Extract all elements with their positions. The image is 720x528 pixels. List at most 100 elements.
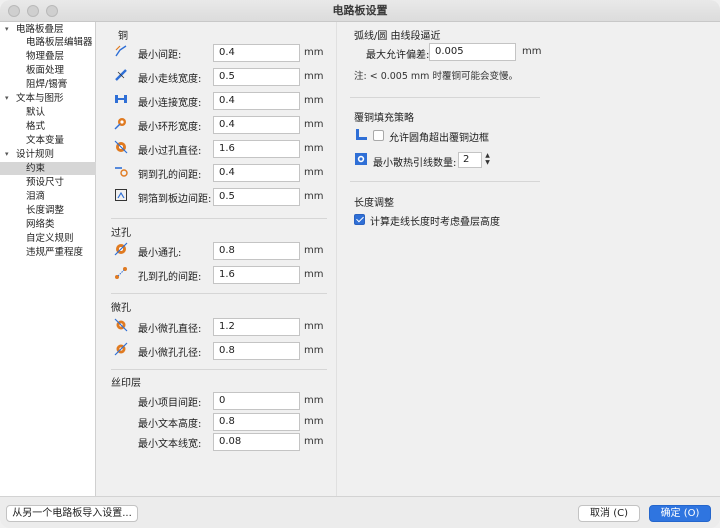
min-text-height-label: 最小文本高度: [138,419,202,430]
allow-fillet-label: 允许圆角超出覆铜边框 [389,133,489,144]
hole-to-hole-label: 孔到孔的间距: [138,272,202,283]
min-annular-width-unit: mm [304,119,324,130]
settings-tree: ▾ 电路板叠层 电路板层编辑器 物理叠层 板面处理 阻焊/锡膏 ▾ 文本与图形 … [0,22,96,496]
tree-item-board-stackup[interactable]: ▾ 电路板叠层 [0,23,96,36]
fillet-icon [356,129,367,140]
copper-to-hole-unit: mm [304,167,324,178]
ok-button[interactable]: 确定 (O) [649,505,711,522]
microvia-diameter-icon [114,318,128,332]
chevron-down-icon[interactable]: ▾ [5,148,9,161]
min-text-thickness-input[interactable]: 0.08 [213,433,300,451]
min-clearance-unit: mm [304,47,324,58]
chevron-down-icon[interactable]: ▾ [5,92,9,105]
allow-fillet-checkbox[interactable] [373,130,384,141]
min-connection-width-unit: mm [304,95,324,106]
column-divider [336,22,337,496]
min-via-diameter-label: 最小过孔直径: [138,146,202,157]
tree-item-text-graphics[interactable]: ▾ 文本与图形 [0,92,96,105]
stackup-height-checkbox[interactable] [354,214,365,225]
section-divider [111,218,327,219]
thermal-spokes-label: 最小散热引线数量: [373,158,457,169]
length-tuning-section-title: 长度调整 [354,198,394,209]
min-track-width-unit: mm [304,71,324,82]
min-connection-width-input[interactable]: 0.4 [213,92,300,110]
constraints-panel: 铜 最小间距: 0.4 mm 最小走线宽度: 0.5 mm 最小连接宽度: 0.… [97,22,720,496]
min-through-hole-input[interactable]: 0.8 [213,242,300,260]
import-settings-button[interactable]: 从另一个电路板导入设置... [6,505,138,522]
min-item-clearance-unit: mm [304,395,324,406]
min-text-thickness-unit: mm [304,436,324,447]
tree-item-violation-severity[interactable]: 违规严重程度 [0,246,96,259]
thermal-spokes-input[interactable]: 2 [458,152,482,168]
min-track-width-input[interactable]: 0.5 [213,68,300,86]
section-divider [350,97,540,98]
min-text-thickness-label: 最小文本线宽: [138,439,202,450]
cancel-button[interactable]: 取消 (C) [578,505,640,522]
window-title: 电路板设置 [332,4,388,17]
hole-to-hole-input[interactable]: 1.6 [213,266,300,284]
copper-to-hole-label: 铜到孔的间距: [138,170,202,181]
min-clearance-input[interactable]: 0.4 [213,44,300,62]
silkscreen-section-title: 丝印层 [111,378,141,389]
tree-item-predefined-sizes[interactable]: 预设尺寸 [0,176,96,189]
tree-item-text-variables[interactable]: 文本变量 [0,134,96,147]
copper-to-edge-label: 铜箔到板边间距: [138,194,212,205]
section-divider [350,181,540,182]
copper-to-edge-input[interactable]: 0.5 [213,188,300,206]
via-diameter-icon [114,140,128,154]
hole-to-hole-unit: mm [304,269,324,280]
vias-section-title: 过孔 [111,228,131,239]
min-item-clearance-input[interactable]: 0 [213,392,300,410]
min-text-height-input[interactable]: 0.8 [213,413,300,431]
board-setup-window: 电路板设置 ▾ 电路板叠层 电路板层编辑器 物理叠层 板面处理 阻焊/锡膏 ▾ … [0,0,720,528]
microvias-section-title: 微孔 [111,303,131,314]
min-microvia-diameter-unit: mm [304,321,324,332]
section-divider [111,369,327,370]
tree-item-defaults[interactable]: 默认 [0,106,96,119]
tree-item-teardrops[interactable]: 泪滴 [0,190,96,203]
copper-section-title: 铜 [118,31,128,42]
stackup-height-label: 计算走线长度时考虑叠层高度 [370,217,500,228]
tree-item-formatting[interactable]: 格式 [0,120,96,133]
tree-item-board-finish[interactable]: 板面处理 [0,64,96,77]
min-item-clearance-label: 最小项目间距: [138,398,202,409]
min-microvia-drill-label: 最小微孔孔径: [138,348,202,359]
max-deviation-input[interactable]: 0.005 [429,43,516,61]
min-through-hole-label: 最小通孔: [138,248,182,259]
annular-ring-icon [114,118,126,130]
clearance-icon [115,45,127,57]
min-via-diameter-input[interactable]: 1.6 [213,140,300,158]
tree-item-custom-rules[interactable]: 自定义规则 [0,232,96,245]
min-clearance-label: 最小间距: [138,50,182,61]
min-microvia-drill-input[interactable]: 0.8 [213,342,300,360]
title-bar: 电路板设置 [0,0,720,22]
max-deviation-unit: mm [522,46,542,57]
min-annular-width-input[interactable]: 0.4 [213,116,300,134]
tree-item-length-tuning[interactable]: 长度调整 [0,204,96,217]
min-annular-width-label: 最小环形宽度: [138,122,202,133]
min-connection-width-label: 最小连接宽度: [138,98,202,109]
min-via-diameter-unit: mm [304,143,324,154]
min-track-width-label: 最小走线宽度: [138,74,202,85]
chevron-down-icon[interactable]: ▾ [5,23,9,36]
tree-item-constraints[interactable]: 约束 [0,162,96,175]
tree-item-net-classes[interactable]: 网络类 [0,218,96,231]
copper-to-hole-input[interactable]: 0.4 [213,164,300,182]
track-width-icon [115,69,127,81]
tree-item-board-layer-editor[interactable]: 电路板层编辑器 [0,36,96,49]
min-microvia-diameter-label: 最小微孔直径: [138,324,202,335]
spinner-arrows-icon[interactable]: ▲ ▼ [483,152,492,168]
max-deviation-label: 最大允许偏差: [366,50,430,61]
tree-item-solder-mask-paste[interactable]: 阻焊/锡膏 [0,78,96,91]
tree-item-design-rules[interactable]: ▾ 设计规则 [0,148,96,161]
through-hole-icon [114,242,128,256]
min-microvia-diameter-input[interactable]: 1.2 [213,318,300,336]
copper-edge-icon [115,189,127,201]
copper-hole-icon [115,167,128,177]
connection-width-icon [115,95,127,103]
min-through-hole-unit: mm [304,245,324,256]
arc-note: 注: < 0.005 mm 时覆铜可能会变慢。 [354,71,518,82]
tree-item-physical-stackup[interactable]: 物理叠层 [0,50,96,63]
thermal-spokes-icon [355,153,367,165]
copper-to-edge-unit: mm [304,191,324,202]
